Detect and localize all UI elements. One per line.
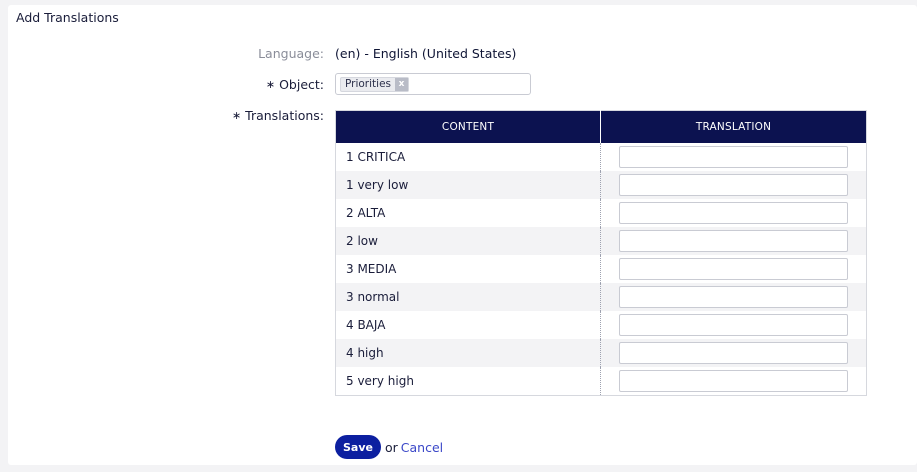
- translation-cell: [600, 143, 867, 171]
- translation-input[interactable]: [619, 314, 848, 336]
- table-row: 1 CRITICA: [335, 143, 867, 171]
- object-label-text: Object:: [279, 77, 324, 92]
- save-button[interactable]: Save: [335, 435, 381, 459]
- column-header-translation: TRANSLATION: [600, 110, 867, 143]
- panel-title: Add Translations: [16, 10, 119, 25]
- required-asterisk-icon: ∗: [265, 78, 276, 91]
- table-row: 4 high: [335, 339, 867, 367]
- content-cell: 4 high: [335, 339, 601, 367]
- or-text: or: [384, 439, 398, 455]
- table-row: 2 low: [335, 227, 867, 255]
- content-cell: 1 very low: [335, 171, 601, 199]
- object-tag-label: Priorities: [345, 78, 392, 90]
- object-select-field[interactable]: Priorities x: [335, 73, 531, 95]
- cancel-link[interactable]: Cancel: [401, 440, 443, 455]
- translation-input[interactable]: [619, 146, 848, 168]
- content-cell: 1 CRITICA: [335, 143, 601, 171]
- table-row: 1 very low: [335, 171, 867, 199]
- content-cell: 4 BAJA: [335, 311, 601, 339]
- translations-label-text: Translations:: [245, 108, 324, 123]
- content-cell: 2 ALTA: [335, 199, 601, 227]
- translations-table: CONTENT TRANSLATION 1 CRITICA 1 very low…: [335, 110, 867, 396]
- content-cell: 3 normal: [335, 283, 601, 311]
- translation-input[interactable]: [619, 342, 848, 364]
- form-actions: Save or Cancel: [335, 435, 443, 459]
- table-row: 5 very high: [335, 367, 867, 396]
- required-asterisk-icon: ∗: [231, 109, 242, 122]
- content-cell: 5 very high: [335, 367, 601, 396]
- table-header-row: CONTENT TRANSLATION: [335, 110, 867, 143]
- column-header-content: CONTENT: [335, 110, 601, 143]
- object-tag-priorities: Priorities x: [340, 77, 410, 92]
- table-row: 2 ALTA: [335, 199, 867, 227]
- translation-cell: [600, 227, 867, 255]
- content-cell: 3 MEDIA: [335, 255, 601, 283]
- table-row: 3 normal: [335, 283, 867, 311]
- translation-cell: [600, 311, 867, 339]
- translation-input[interactable]: [619, 230, 848, 252]
- translation-input[interactable]: [619, 286, 848, 308]
- tag-remove-icon[interactable]: x: [395, 78, 409, 91]
- translations-label: ∗ Translations:: [232, 108, 324, 124]
- translation-input[interactable]: [619, 258, 848, 280]
- translation-cell: [600, 283, 867, 311]
- translation-cell: [600, 199, 867, 227]
- table-row: 3 MEDIA: [335, 255, 867, 283]
- translation-input[interactable]: [619, 202, 848, 224]
- language-value: (en) - English (United States): [335, 46, 517, 61]
- translation-cell: [600, 339, 867, 367]
- translation-cell: [600, 255, 867, 283]
- translation-cell: [600, 171, 867, 199]
- add-translations-panel: Add Translations Language: (en) - Englis…: [8, 5, 917, 465]
- object-label: ∗ Object:: [266, 77, 324, 93]
- table-row: 4 BAJA: [335, 311, 867, 339]
- translation-cell: [600, 367, 867, 396]
- translation-input[interactable]: [619, 174, 848, 196]
- translation-input[interactable]: [619, 370, 848, 392]
- language-label: Language:: [258, 46, 324, 61]
- content-cell: 2 low: [335, 227, 601, 255]
